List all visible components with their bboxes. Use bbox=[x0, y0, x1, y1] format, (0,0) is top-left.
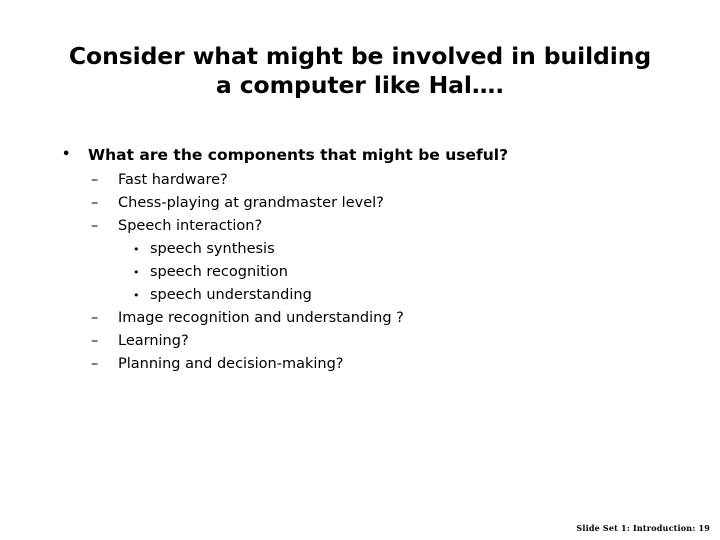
list-item-label: Planning and decision-making? bbox=[118, 356, 344, 372]
list-item-label: Image recognition and understanding ? bbox=[118, 310, 404, 326]
bullet-dash-icon: – bbox=[91, 333, 99, 349]
bullet-dash-icon: – bbox=[91, 195, 99, 211]
bullet-disc-icon: • bbox=[133, 243, 140, 256]
list-item-label: speech understanding bbox=[150, 287, 312, 303]
list-item-label: Fast hardware? bbox=[118, 172, 228, 188]
page-title-line-1: Consider what might be involved in build… bbox=[68, 42, 652, 70]
list-item: – Chess-playing at grandmaster level? bbox=[0, 192, 720, 215]
list-item: – Fast hardware? bbox=[0, 169, 720, 192]
bullet-disc-icon: • bbox=[133, 266, 140, 279]
list-item: • speech synthesis bbox=[0, 238, 720, 261]
slide-footer: Slide Set 1: Introduction: 19 bbox=[576, 523, 710, 533]
list-item-label: speech synthesis bbox=[150, 241, 275, 257]
list-item: – Planning and decision-making? bbox=[0, 353, 720, 376]
list-item-label: Learning? bbox=[118, 333, 189, 349]
list-item: – Learning? bbox=[0, 330, 720, 353]
bullet-list: • What are the components that might be … bbox=[0, 143, 720, 376]
slide-canvas: Consider what might be involved in build… bbox=[0, 0, 720, 540]
list-item: – Speech interaction? bbox=[0, 215, 720, 238]
page-title-line-2: a computer like Hal…. bbox=[215, 71, 505, 99]
list-item: • speech understanding bbox=[0, 284, 720, 307]
list-item-label: Speech interaction? bbox=[118, 218, 263, 234]
list-item: • What are the components that might be … bbox=[0, 143, 720, 167]
bullet-dash-icon: – bbox=[91, 218, 99, 234]
bullet-dash-icon: – bbox=[91, 310, 99, 326]
bullet-dash-icon: – bbox=[91, 172, 99, 188]
list-item: • speech recognition bbox=[0, 261, 720, 284]
list-item-label: What are the components that might be us… bbox=[88, 146, 509, 164]
list-item-label: speech recognition bbox=[150, 264, 288, 280]
bullet-dash-icon: – bbox=[91, 356, 99, 372]
list-item: – Image recognition and understanding ? bbox=[0, 307, 720, 330]
bullet-disc-icon: • bbox=[133, 289, 140, 302]
page-title: Consider what might be involved in build… bbox=[36, 42, 684, 100]
bullet-disc-icon: • bbox=[62, 147, 71, 162]
list-item-label: Chess-playing at grandmaster level? bbox=[118, 195, 384, 211]
